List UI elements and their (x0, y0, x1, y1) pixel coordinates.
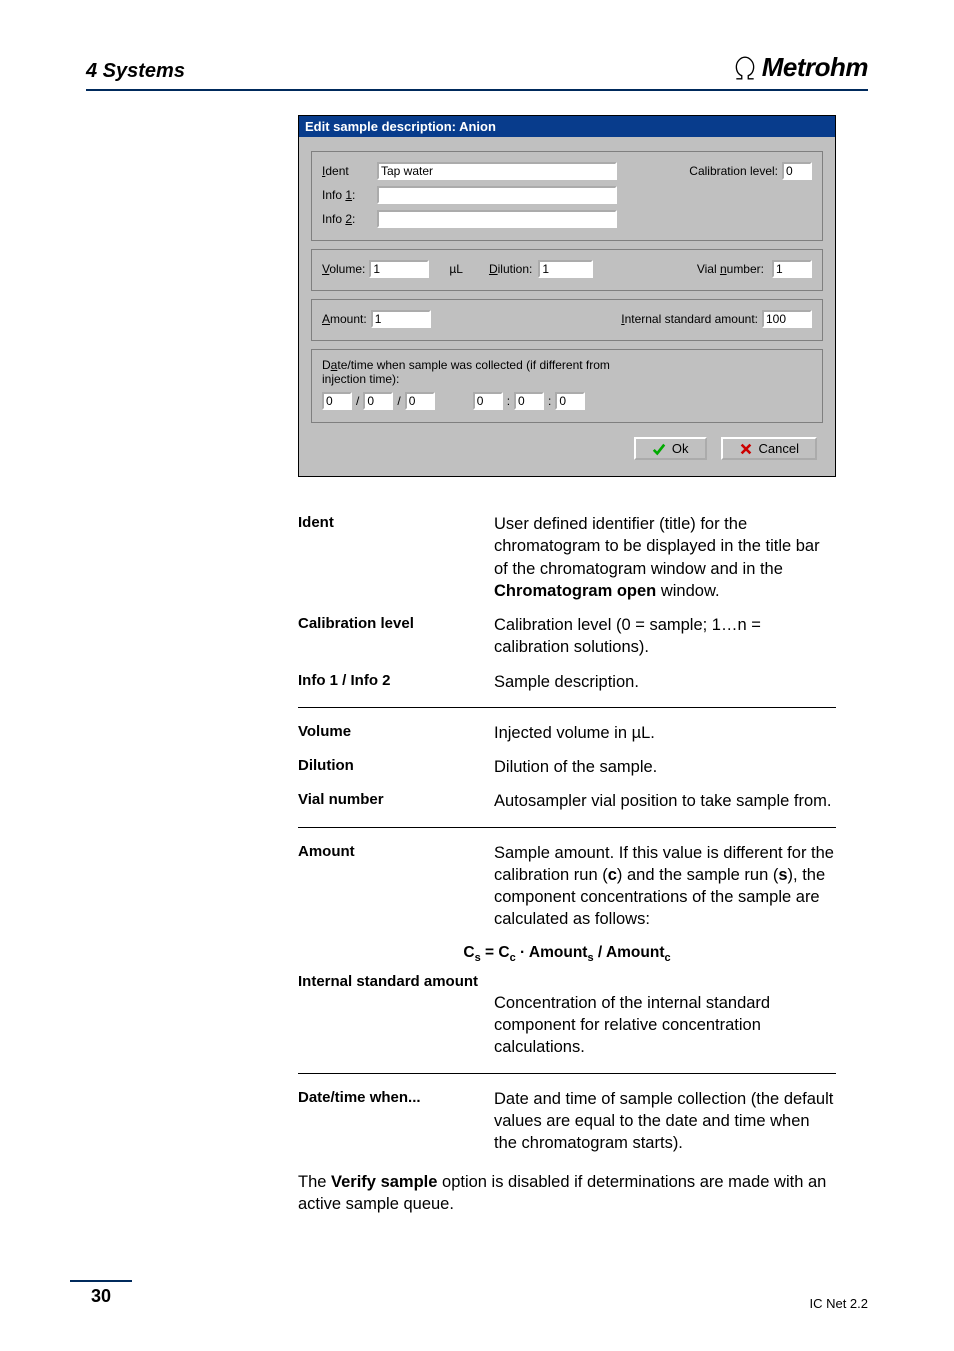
field-time-h[interactable] (473, 392, 503, 410)
field-date-y[interactable] (405, 392, 435, 410)
label-amount: Amount: (322, 312, 367, 326)
field-vial[interactable] (772, 260, 812, 278)
label-calib-level: Calibration level: (689, 164, 778, 178)
sep-slash-2: / (397, 394, 400, 408)
desc-amount: Sample amount. If this value is differen… (494, 842, 836, 931)
field-volume[interactable] (369, 260, 429, 278)
term-volume: Volume (298, 722, 494, 744)
field-dilution[interactable] (538, 260, 593, 278)
label-info1: Info 1: (322, 188, 377, 202)
field-date-m[interactable] (363, 392, 393, 410)
cancel-label: Cancel (759, 441, 799, 456)
label-info2: Info 2: (322, 212, 377, 226)
term-calib: Calibration level (298, 614, 494, 659)
version-label: IC Net 2.2 (809, 1296, 868, 1311)
group-amount: Amount: Internal standard amount: (311, 299, 823, 341)
ok-button[interactable]: Ok (634, 437, 707, 460)
check-icon (652, 442, 666, 456)
sep-slash-1: / (356, 394, 359, 408)
page-footer: 30 IC Net 2.2 (70, 1280, 868, 1311)
group-datetime: Date/time when sample was collected (if … (311, 349, 823, 423)
label-volume: Volume: (322, 262, 365, 276)
field-istd[interactable] (762, 310, 812, 328)
desc-istd: Concentration of the internal standard c… (494, 992, 836, 1059)
desc-ident: User defined identifier (title) for the … (494, 513, 836, 602)
section-title: 4 Systems (86, 60, 185, 83)
field-calib-level[interactable] (782, 162, 812, 180)
term-amount: Amount (298, 842, 494, 931)
ok-label: Ok (672, 441, 689, 456)
edit-sample-dialog: Edit sample description: Anion Ident Cal… (298, 115, 836, 477)
definitions: Ident User defined identifier (title) fo… (298, 507, 836, 1161)
tail-note: The Verify sample option is disabled if … (298, 1171, 836, 1216)
page-number: 30 (70, 1280, 132, 1311)
group-volume: Volume: µL Dilution: Vial number: (311, 249, 823, 291)
term-datetime: Date/time when... (298, 1088, 494, 1155)
group-ident: Ident Calibration level: Info 1: Info 2: (311, 151, 823, 241)
amount-formula: Cs = Cc · Amounts / Amountc (298, 943, 836, 966)
field-ident[interactable] (377, 162, 617, 180)
term-dilution: Dilution (298, 756, 494, 778)
cancel-button[interactable]: Cancel (721, 437, 817, 460)
label-volume-unit: µL (449, 262, 463, 276)
label-ident: Ident (322, 164, 377, 178)
desc-calib: Calibration level (0 = sample; 1…n = cal… (494, 614, 836, 659)
field-time-s[interactable] (555, 392, 585, 410)
desc-dilution: Dilution of the sample. (494, 756, 836, 778)
term-istd: Internal standard amount (298, 972, 836, 992)
running-header: 4 Systems Metrohm (86, 52, 868, 91)
sep-colon-2: : (548, 394, 551, 408)
desc-datetime: Date and time of sample collection (the … (494, 1088, 836, 1155)
field-time-mi[interactable] (514, 392, 544, 410)
omega-icon (732, 55, 758, 81)
term-ident: Ident (298, 513, 494, 602)
desc-vial: Autosampler vial position to take sample… (494, 790, 836, 812)
field-date-d[interactable] (322, 392, 352, 410)
label-dilution: Dilution: (489, 262, 532, 276)
close-icon (739, 442, 753, 456)
brand-text: Metrohm (762, 52, 868, 83)
desc-info: Sample description. (494, 671, 836, 693)
brand-logo: Metrohm (732, 52, 868, 83)
sep-colon-1: : (507, 394, 510, 408)
desc-volume: Injected volume in µL. (494, 722, 836, 744)
term-info: Info 1 / Info 2 (298, 671, 494, 693)
label-datetime: Date/time when sample was collected (if … (322, 358, 642, 386)
term-vial: Vial number (298, 790, 494, 812)
label-vial: Vial number: (697, 262, 764, 276)
dialog-title: Edit sample description: Anion (299, 116, 835, 137)
field-info2[interactable] (377, 210, 617, 228)
field-amount[interactable] (371, 310, 431, 328)
label-istd: Internal standard amount: (621, 312, 758, 326)
field-info1[interactable] (377, 186, 617, 204)
